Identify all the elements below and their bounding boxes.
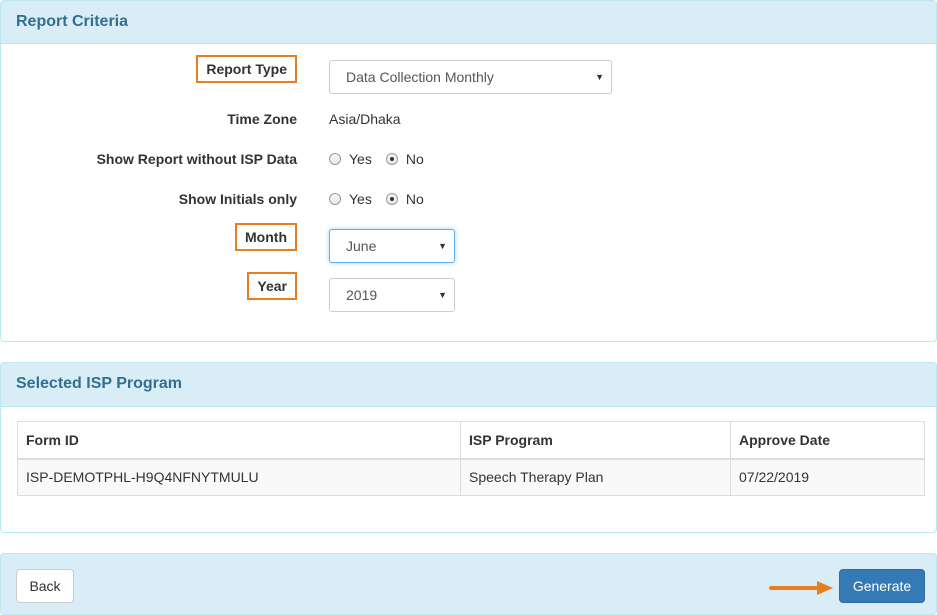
table-row: ISP-DEMOTPHL-H9Q4NFNYTMULU Speech Therap… [17,458,925,496]
table-header-row: Form ID ISP Program Approve Date [17,421,925,460]
radio-yes-label: Yes [349,191,372,207]
report-criteria-heading: Report Criteria [1,1,936,44]
chevron-down-icon: ▼ [595,72,604,82]
month-value: June [346,238,377,254]
show-without-isp-label: Show Report without ISP Data [96,151,297,167]
column-header-isp-program: ISP Program [460,421,731,460]
year-value: 2019 [346,287,378,303]
cell-approve-date: 07/22/2019 [730,458,925,496]
show-initials-no-radio[interactable] [385,193,398,205]
chevron-down-icon: ▼ [438,290,447,300]
time-zone-label: Time Zone [227,111,297,127]
selected-isp-heading: Selected ISP Program [1,363,936,407]
column-header-approve-date: Approve Date [730,421,925,460]
show-initials-label: Show Initials only [178,191,297,207]
footer-bar: Back Generate [0,553,937,615]
show-without-isp-yes-radio[interactable] [329,153,341,165]
generate-button[interactable]: Generate [839,569,925,603]
show-initials-yes-radio[interactable] [329,193,341,205]
year-select[interactable]: 2019 ▼ [329,278,455,312]
back-button[interactable]: Back [16,569,74,603]
report-type-label: Report Type [196,55,297,83]
radio-no-label: No [405,151,424,167]
show-without-isp-radio-group: Yes No [329,151,438,167]
chevron-down-icon: ▼ [438,241,447,251]
report-criteria-panel: Report Criteria Report Type Data Collect… [0,0,937,342]
selected-isp-panel: Selected ISP Program Form ID ISP Program… [0,362,937,533]
radio-yes-label: Yes [349,151,372,167]
show-without-isp-no-radio[interactable] [385,153,398,165]
isp-table: Form ID ISP Program Approve Date ISP-DEM… [17,421,925,496]
month-select[interactable]: June ▼ [329,229,455,263]
cell-isp-program: Speech Therapy Plan [460,458,731,496]
year-label: Year [247,272,297,300]
report-type-select[interactable]: Data Collection Monthly ▼ [329,60,612,94]
report-type-value: Data Collection Monthly [346,69,494,85]
show-initials-radio-group: Yes No [329,191,438,207]
arrow-right-icon [769,581,833,595]
column-header-form-id: Form ID [17,421,461,460]
cell-form-id: ISP-DEMOTPHL-H9Q4NFNYTMULU [17,458,461,496]
radio-no-label: No [405,191,424,207]
time-zone-value: Asia/Dhaka [329,111,401,127]
month-label: Month [235,223,297,251]
